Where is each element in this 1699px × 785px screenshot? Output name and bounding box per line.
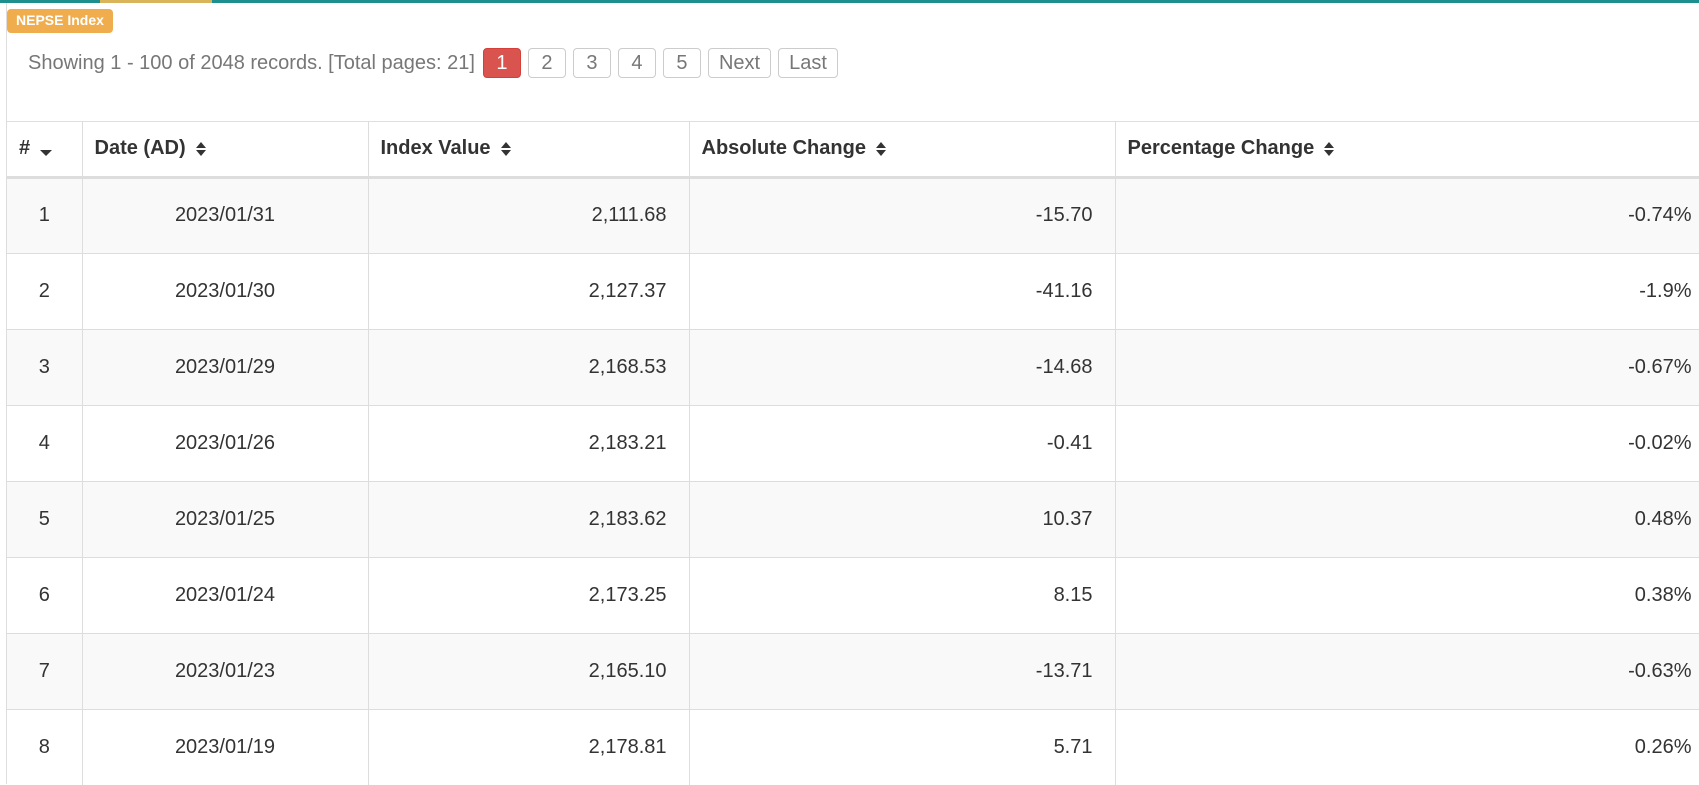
- cell-date: 2023/01/23: [82, 632, 369, 709]
- cell-index-value: 2,183.62: [368, 480, 690, 557]
- cell-absolute-change: 8.15: [689, 556, 1116, 633]
- header-date-label: Date (AD): [94, 137, 186, 160]
- table-row: 4 2023/01/26 2,183.21 -0.41 -0.02%: [7, 404, 1699, 481]
- table-row: 2 2023/01/30 2,127.37 -41.16 -1.9%: [7, 252, 1699, 329]
- header-percentage-change[interactable]: Percentage Change: [1115, 122, 1699, 179]
- cell-num: 8: [7, 708, 83, 785]
- cell-percentage-change: -0.67%: [1115, 328, 1699, 405]
- cell-absolute-change: -15.70: [689, 176, 1116, 253]
- table-header-row: # Date (AD) Index Value Absolute Change …: [7, 122, 1699, 179]
- page-4-button[interactable]: 4: [617, 48, 656, 78]
- cell-index-value: 2,168.53: [368, 328, 690, 405]
- index-table: # Date (AD) Index Value Absolute Change …: [7, 122, 1699, 785]
- cell-num: 1: [7, 176, 83, 253]
- records-info: Showing 1 - 100 of 2048 records. [Total …: [28, 51, 475, 74]
- sort-icon: [875, 141, 886, 156]
- header-percentage-change-label: Percentage Change: [1127, 137, 1315, 160]
- table-row: 3 2023/01/29 2,168.53 -14.68 -0.67%: [7, 328, 1699, 405]
- table-row: 5 2023/01/25 2,183.62 10.37 0.48%: [7, 480, 1699, 557]
- cell-absolute-change: -14.68: [689, 328, 1116, 405]
- cell-date: 2023/01/29: [82, 328, 369, 405]
- cell-num: 4: [7, 404, 83, 481]
- index-table-container: # Date (AD) Index Value Absolute Change …: [7, 121, 1699, 785]
- header-num-label: #: [19, 137, 31, 160]
- cell-date: 2023/01/24: [82, 556, 369, 633]
- cell-absolute-change: -41.16: [689, 252, 1116, 329]
- header-absolute-change-label: Absolute Change: [701, 137, 866, 160]
- cell-percentage-change: -0.74%: [1115, 176, 1699, 253]
- cell-percentage-change: -0.02%: [1115, 404, 1699, 481]
- header-index-value[interactable]: Index Value: [368, 122, 690, 179]
- cell-index-value: 2,183.21: [368, 404, 690, 481]
- cell-date: 2023/01/26: [82, 404, 369, 481]
- cell-percentage-change: 0.26%: [1115, 708, 1699, 785]
- sort-icon: [195, 141, 206, 156]
- cell-index-value: 2,127.37: [368, 252, 690, 329]
- header-absolute-change[interactable]: Absolute Change: [689, 122, 1116, 179]
- pagination-bar: Showing 1 - 100 of 2048 records. [Total …: [28, 47, 845, 79]
- header-num[interactable]: #: [7, 122, 83, 179]
- widget-title-badge: NEPSE Index: [7, 9, 113, 33]
- table-row: 8 2023/01/19 2,178.81 5.71 0.26%: [7, 708, 1699, 785]
- next-page-button[interactable]: Next: [707, 48, 772, 78]
- cell-percentage-change: 0.38%: [1115, 556, 1699, 633]
- nepse-index-panel: NEPSE Index Showing 1 - 100 of 2048 reco…: [6, 3, 1699, 785]
- cell-absolute-change: -13.71: [689, 632, 1116, 709]
- page-3-button[interactable]: 3: [572, 48, 611, 78]
- cell-num: 6: [7, 556, 83, 633]
- cell-num: 7: [7, 632, 83, 709]
- cell-percentage-change: 0.48%: [1115, 480, 1699, 557]
- cell-index-value: 2,165.10: [368, 632, 690, 709]
- page-5-button[interactable]: 5: [662, 48, 701, 78]
- cell-absolute-change: 5.71: [689, 708, 1116, 785]
- cell-percentage-change: -1.9%: [1115, 252, 1699, 329]
- cell-date: 2023/01/25: [82, 480, 369, 557]
- page-2-button[interactable]: 2: [527, 48, 566, 78]
- table-row: 6 2023/01/24 2,173.25 8.15 0.38%: [7, 556, 1699, 633]
- cell-date: 2023/01/30: [82, 252, 369, 329]
- table-row: 7 2023/01/23 2,165.10 -13.71 -0.63%: [7, 632, 1699, 709]
- cell-num: 3: [7, 328, 83, 405]
- cell-index-value: 2,173.25: [368, 556, 690, 633]
- sort-desc-icon: [40, 149, 53, 156]
- cell-num: 5: [7, 480, 83, 557]
- cell-date: 2023/01/19: [82, 708, 369, 785]
- table-row: 1 2023/01/31 2,111.68 -15.70 -0.74%: [7, 176, 1699, 253]
- cell-index-value: 2,178.81: [368, 708, 690, 785]
- sort-icon: [1324, 141, 1335, 156]
- header-date[interactable]: Date (AD): [82, 122, 369, 179]
- sort-icon: [500, 141, 511, 156]
- cell-index-value: 2,111.68: [368, 176, 690, 253]
- header-index-value-label: Index Value: [380, 137, 491, 160]
- cell-num: 2: [7, 252, 83, 329]
- cell-absolute-change: 10.37: [689, 480, 1116, 557]
- last-page-button[interactable]: Last: [778, 48, 838, 78]
- cell-date: 2023/01/31: [82, 176, 369, 253]
- cell-percentage-change: -0.63%: [1115, 632, 1699, 709]
- cell-absolute-change: -0.41: [689, 404, 1116, 481]
- page-1-button[interactable]: 1: [482, 48, 521, 78]
